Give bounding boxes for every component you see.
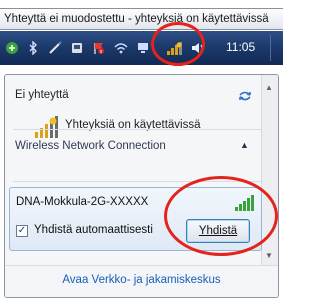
pc-icon[interactable]: [136, 41, 150, 55]
bluetooth-icon[interactable]: [26, 40, 40, 56]
chevron-up-icon[interactable]: ▲: [240, 140, 249, 150]
auto-connect-checkbox[interactable]: ✓: [16, 225, 28, 237]
taskbar-region: Yhteyttä ei muodostettu - yhteyksiä on k…: [0, 0, 283, 70]
status-heading: Ei yhteyttä: [15, 89, 69, 101]
flag-icon[interactable]: x: [92, 41, 106, 55]
scroll-up-icon[interactable]: ▲: [265, 83, 273, 92]
network-name: DNA-Mokkula-2G-XXXXX: [16, 196, 149, 208]
scroll-down-icon[interactable]: ▼: [265, 251, 273, 260]
divider: [13, 129, 261, 130]
footer: Avaa Verkko- ja jakamiskeskus: [5, 265, 278, 297]
highlight-circle-connect: [164, 176, 278, 256]
taskbar: x 11:05: [0, 31, 283, 65]
system-clock[interactable]: 11:05: [226, 40, 255, 54]
section-header-label: Wireless Network Connection: [15, 140, 166, 152]
network-tooltip: Yhteyttä ei muodostettu - yhteyksiä on k…: [0, 8, 283, 30]
network-status-icon[interactable]: [5, 41, 19, 55]
highlight-circle-tray: [151, 22, 205, 66]
show-desktop-divider: [270, 35, 271, 61]
pen-icon[interactable]: [48, 41, 62, 55]
wifi-icon[interactable]: [114, 41, 128, 55]
device-icon[interactable]: [70, 41, 84, 55]
wireless-connection-header[interactable]: Wireless Network Connection ▲: [5, 128, 264, 158]
network-center-link[interactable]: Avaa Verkko- ja jakamiskeskus: [5, 274, 278, 286]
refresh-icon[interactable]: [237, 89, 253, 101]
auto-connect-label[interactable]: Yhdistä automaattisesti: [34, 224, 153, 236]
